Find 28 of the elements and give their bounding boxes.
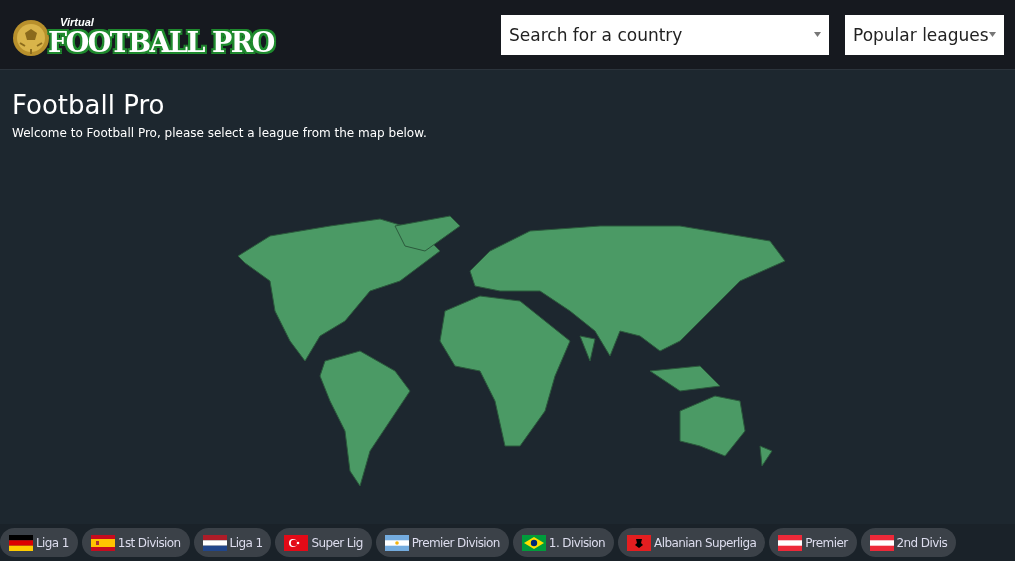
- league-chip[interactable]: 1st Division: [81, 528, 190, 557]
- dropdown[interactable]: Search for a country: [501, 14, 829, 55]
- page-title: Football Pro: [12, 90, 165, 120]
- league-chip[interactable]: Liga 1: [0, 528, 78, 557]
- league-chip[interactable]: Premier: [769, 528, 857, 557]
- caret-icon: [814, 32, 821, 37]
- intro-text: Welcome to Football Pro, please select a league from the map below.: [12, 126, 427, 140]
- league-chip[interactable]: Super Lig: [275, 528, 372, 557]
- flag-icon: [384, 534, 409, 551]
- dropdown[interactable]: Popular leagues: [845, 14, 1004, 55]
- flag-icon: [90, 534, 115, 551]
- league-chip[interactable]: 1. Division: [512, 528, 615, 557]
- flag-icon: [9, 534, 33, 551]
- flag-icon: [202, 534, 227, 551]
- logo-tagline: Virtual: [60, 15, 94, 28]
- league-chip[interactable]: Liga 1: [193, 528, 272, 557]
- league-chip[interactable]: 2nd Divis: [860, 528, 957, 557]
- caret-icon: [989, 32, 996, 37]
- flag-icon: [869, 534, 894, 551]
- league-chip[interactable]: Premier Division: [375, 528, 509, 557]
- flag-icon: [521, 534, 546, 551]
- football-icon: [12, 18, 50, 57]
- flag-icon: [284, 534, 309, 551]
- flag-icon: [778, 534, 803, 551]
- league-chip[interactable]: Albanian Superliga: [618, 528, 766, 557]
- world-map-drawing[interactable]: [237, 215, 786, 487]
- logo-wordmark: FOOTBALL PRO: [48, 27, 274, 58]
- flag-icon: [627, 534, 652, 551]
